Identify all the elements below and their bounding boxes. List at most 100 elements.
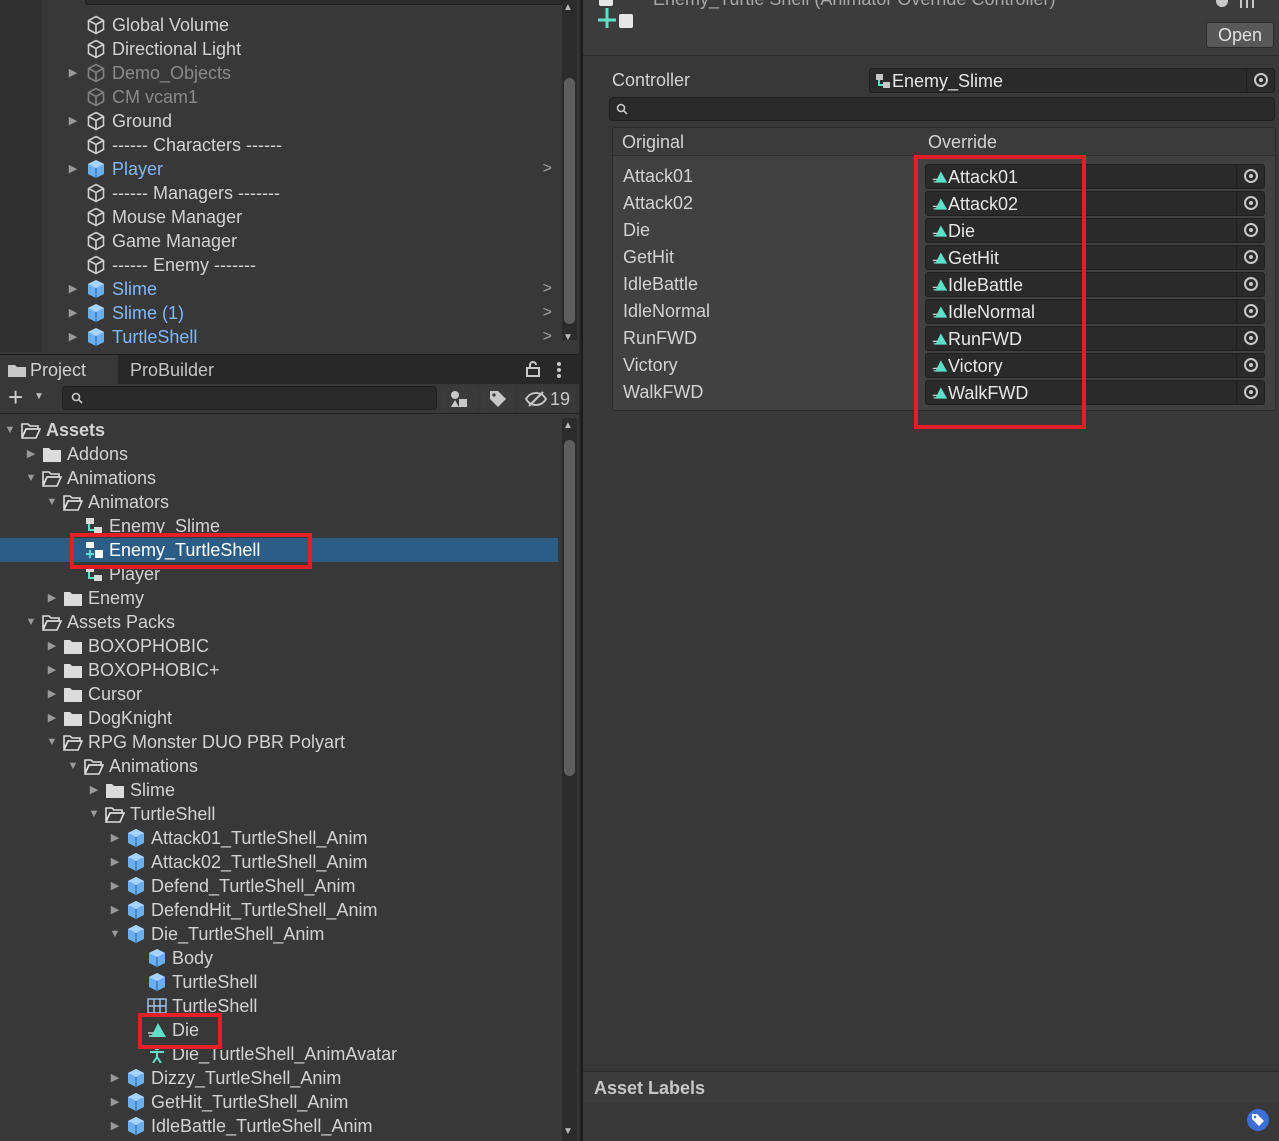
project-item[interactable]: ▶ GetHit_TurtleShell_Anim [0, 1090, 558, 1114]
preset-icon[interactable] [1239, 0, 1255, 10]
hierarchy-item[interactable]: Mouse Manager [0, 205, 558, 229]
expand-arrow-icon[interactable]: ▶ [108, 874, 122, 898]
expand-arrow-icon[interactable]: ▶ [66, 109, 80, 133]
expand-arrow-icon[interactable]: ▶ [108, 850, 122, 874]
project-item[interactable]: Body [0, 946, 558, 970]
project-item[interactable]: ▶ Slime [0, 778, 558, 802]
expand-arrow-icon[interactable]: ▶ [45, 682, 59, 706]
project-item[interactable]: ▼ RPG Monster DUO PBR Polyart [0, 730, 558, 754]
project-item[interactable]: ▼ Animators [0, 490, 558, 514]
expand-arrow-icon[interactable]: ▶ [66, 61, 80, 85]
project-item[interactable]: ▶ Defend_TurtleShell_Anim [0, 874, 558, 898]
tab-project[interactable]: Project [0, 355, 118, 385]
hierarchy-item[interactable]: ▶ Slime > [0, 277, 558, 301]
project-item[interactable]: ▼ Assets [0, 418, 558, 442]
tab-probuilder[interactable]: ProBuilder [122, 355, 222, 385]
expand-arrow-icon[interactable]: ▶ [45, 706, 59, 730]
expand-arrow-icon[interactable]: ▶ [66, 157, 80, 181]
project-search-input[interactable] [62, 386, 437, 410]
expand-arrow-icon[interactable]: ▶ [108, 826, 122, 850]
hierarchy-item[interactable]: Directional Light [0, 37, 558, 61]
collapse-arrow-icon[interactable]: ▼ [3, 418, 17, 442]
hierarchy-item[interactable]: CM vcam1 [0, 85, 558, 109]
controller-picker-button[interactable] [1246, 69, 1274, 92]
hierarchy-item[interactable]: ▶ Slime (1) > [0, 301, 558, 325]
filter-by-label-button[interactable] [481, 386, 515, 412]
more-options-icon[interactable] [556, 361, 562, 379]
expand-arrow-icon[interactable]: ▶ [66, 325, 80, 349]
expand-arrow-icon[interactable]: ▶ [45, 634, 59, 658]
hidden-packages-toggle[interactable]: 19 [519, 386, 575, 412]
override-picker-button[interactable] [1236, 354, 1264, 377]
chevron-right-icon[interactable]: > [543, 325, 552, 349]
project-item[interactable]: ▶ DefendHit_TurtleShell_Anim [0, 898, 558, 922]
project-item[interactable]: ▼ Animations [0, 754, 558, 778]
expand-arrow-icon[interactable]: ▶ [24, 442, 38, 466]
project-scroll-down-icon[interactable]: ▼ [563, 1126, 573, 1137]
create-dropdown-button[interactable]: + ▼ [4, 382, 48, 412]
project-item[interactable]: ▼ Animations [0, 466, 558, 490]
project-item[interactable]: ▼ Assets Packs [0, 610, 558, 634]
hierarchy-item[interactable]: ------ Managers ------- [0, 181, 558, 205]
project-item[interactable]: Die_TurtleShell_AnimAvatar [0, 1042, 558, 1066]
override-search-input[interactable] [609, 97, 1275, 121]
override-picker-button[interactable] [1236, 165, 1264, 188]
project-item[interactable]: ▼ Die_TurtleShell_Anim [0, 922, 558, 946]
help-icon[interactable] [1215, 0, 1229, 10]
scroll-up-arrow-icon[interactable]: ▲ [563, 2, 573, 13]
project-item[interactable]: ▶ Attack02_TurtleShell_Anim [0, 850, 558, 874]
asset-label-tag-icon[interactable] [1246, 1108, 1270, 1132]
project-item[interactable]: ▶ Dizzy_TurtleShell_Anim [0, 1066, 558, 1090]
expand-arrow-icon[interactable]: ▶ [108, 1114, 122, 1138]
project-item[interactable]: ▼ TurtleShell [0, 802, 558, 826]
project-item[interactable]: ▶ BOXOPHOBIC+ [0, 658, 558, 682]
hierarchy-scroll-thumb[interactable] [564, 78, 575, 324]
project-scrollbar[interactable] [562, 418, 577, 1141]
hierarchy-scrollbar[interactable] [562, 0, 577, 340]
chevron-right-icon[interactable]: > [543, 277, 552, 301]
project-item[interactable]: ▶ BOXOPHOBIC [0, 634, 558, 658]
collapse-arrow-icon[interactable]: ▼ [66, 754, 80, 778]
override-picker-button[interactable] [1236, 300, 1264, 323]
hierarchy-item[interactable]: ▶ Ground [0, 109, 558, 133]
project-item[interactable]: Die [0, 1018, 558, 1042]
expand-arrow-icon[interactable]: ▶ [66, 301, 80, 325]
project-item[interactable]: ▶ IdleBattle_TurtleShell_Anim [0, 1114, 558, 1138]
hierarchy-item[interactable]: ▶ Demo_Objects [0, 61, 558, 85]
expand-arrow-icon[interactable]: ▶ [108, 1066, 122, 1090]
chevron-right-icon[interactable]: > [543, 157, 552, 181]
hierarchy-item[interactable]: ------ Enemy ------- [0, 253, 558, 277]
project-item[interactable]: ▶ Attack01_TurtleShell_Anim [0, 826, 558, 850]
collapse-arrow-icon[interactable]: ▼ [45, 730, 59, 754]
expand-arrow-icon[interactable]: ▶ [87, 778, 101, 802]
project-scroll-thumb[interactable] [564, 440, 575, 776]
scroll-down-arrow-icon[interactable]: ▼ [563, 332, 573, 343]
project-item[interactable]: TurtleShell [0, 994, 558, 1018]
hierarchy-item[interactable]: Game Manager [0, 229, 558, 253]
override-picker-button[interactable] [1236, 246, 1264, 269]
lock-icon[interactable] [526, 361, 540, 377]
expand-arrow-icon[interactable]: ▶ [108, 898, 122, 922]
expand-arrow-icon[interactable]: ▶ [108, 1090, 122, 1114]
project-item[interactable]: ▶ Cursor [0, 682, 558, 706]
override-picker-button[interactable] [1236, 219, 1264, 242]
chevron-right-icon[interactable]: > [543, 301, 552, 325]
open-button[interactable]: Open [1206, 22, 1274, 48]
controller-field[interactable]: Enemy_Slime [869, 68, 1275, 93]
project-scroll-up-icon[interactable]: ▲ [563, 420, 573, 431]
project-item[interactable]: ▶ Enemy [0, 586, 558, 610]
override-picker-button[interactable] [1236, 381, 1264, 404]
project-item[interactable]: ▶ Addons [0, 442, 558, 466]
project-item[interactable]: TurtleShell [0, 970, 558, 994]
collapse-arrow-icon[interactable]: ▼ [87, 802, 101, 826]
collapse-arrow-icon[interactable]: ▼ [24, 610, 38, 634]
override-picker-button[interactable] [1236, 192, 1264, 215]
hierarchy-item[interactable]: ▶ TurtleShell > [0, 325, 558, 349]
expand-arrow-icon[interactable]: ▶ [45, 586, 59, 610]
expand-arrow-icon[interactable]: ▶ [45, 658, 59, 682]
hierarchy-item[interactable]: ------ Characters ------ [0, 133, 558, 157]
expand-arrow-icon[interactable]: ▶ [66, 277, 80, 301]
collapse-arrow-icon[interactable]: ▼ [24, 466, 38, 490]
override-picker-button[interactable] [1236, 273, 1264, 296]
project-item[interactable]: ▶ DogKnight [0, 706, 558, 730]
